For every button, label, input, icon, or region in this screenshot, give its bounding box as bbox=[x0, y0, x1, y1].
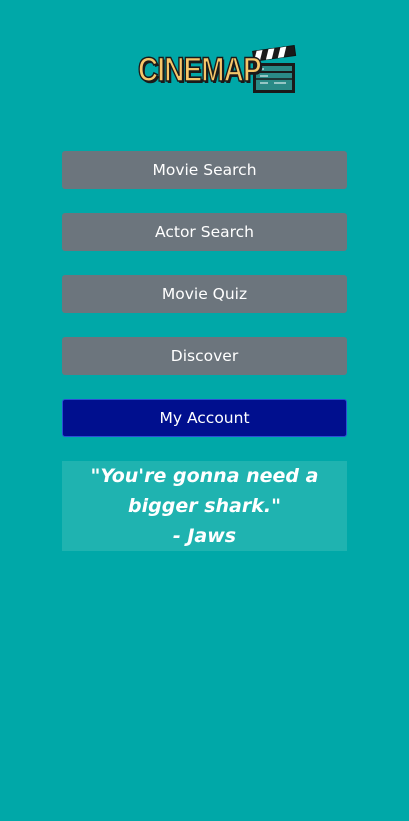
movie-search-button[interactable]: Movie Search bbox=[62, 151, 347, 189]
discover-button[interactable]: Discover bbox=[62, 337, 347, 375]
movie-quiz-button[interactable]: Movie Quiz bbox=[62, 275, 347, 313]
app-logo: CINEMAP bbox=[0, 44, 409, 96]
actor-search-button[interactable]: Actor Search bbox=[62, 213, 347, 251]
movie-quote-box: "You're gonna need a bigger shark." - Ja… bbox=[62, 461, 347, 551]
quote-text: "You're gonna need a bigger shark." bbox=[90, 465, 319, 517]
quote-source: - Jaws bbox=[172, 525, 237, 547]
logo-text: CINEMAP bbox=[137, 51, 262, 89]
my-account-button[interactable]: My Account bbox=[62, 399, 347, 437]
